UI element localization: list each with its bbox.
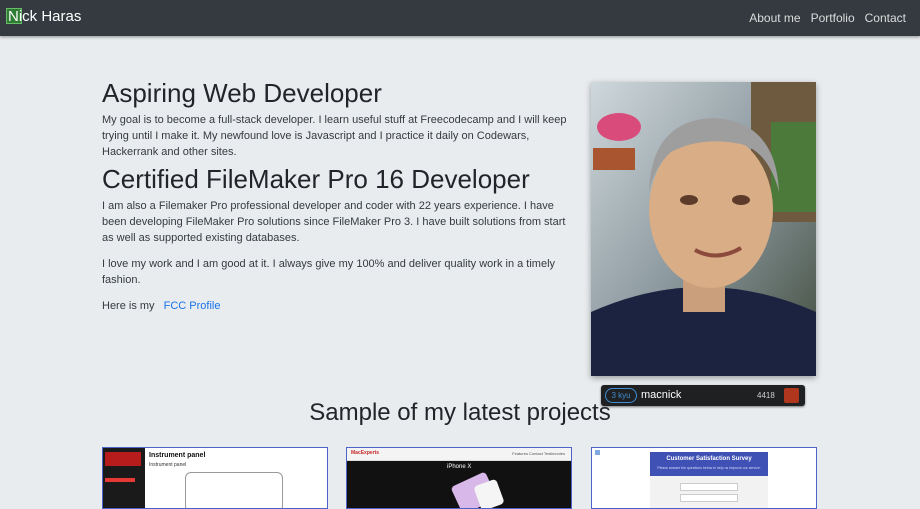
fcc-profile-link[interactable]: FCC Profile xyxy=(164,300,221,312)
nav-links: About me Portfolio Contact xyxy=(749,11,906,25)
paragraph-filemaker: I am also a Filemaker Pro professional d… xyxy=(102,200,566,244)
heading-filemaker: Certified FileMaker Pro 16 Developer xyxy=(102,164,530,194)
navbar: Nick Haras About me Portfolio Contact xyxy=(0,0,920,36)
project-card-macexperts[interactable]: MacExperts Features Contact Testimonies … xyxy=(346,447,572,509)
card-thumbnail-banner xyxy=(105,452,141,466)
card-product: iPhone X xyxy=(447,464,472,470)
form-field xyxy=(680,483,738,491)
profile-line: Here is my FCC Profile xyxy=(102,298,572,314)
projects-title: Sample of my latest projects xyxy=(309,399,611,426)
nav-link-portfolio[interactable]: Portfolio xyxy=(811,11,855,25)
card-subtitle: Instrument panel xyxy=(149,462,187,468)
nav-link-contact[interactable]: Contact xyxy=(865,11,906,25)
heading-web-developer: Aspiring Web Developer xyxy=(102,78,382,108)
card-header: Customer Satisfaction Survey Please answ… xyxy=(650,452,768,476)
page-icon xyxy=(595,450,600,455)
project-card-instrument-panel[interactable]: Instrument panel Instrument panel xyxy=(102,447,328,509)
card-title: Customer Satisfaction Survey xyxy=(666,456,752,462)
card-form xyxy=(650,476,768,508)
form-field xyxy=(680,494,738,502)
card-nav: Features Contact Testimonies xyxy=(512,451,565,456)
gauge-icon xyxy=(185,472,283,508)
profile-photo xyxy=(591,82,816,376)
nav-link-about[interactable]: About me xyxy=(749,11,800,25)
card-logo: MacExperts xyxy=(351,450,380,456)
paragraph-goal: My goal is to become a full-stack develo… xyxy=(102,114,567,158)
paragraph-work: I love my work and I am good at it. I al… xyxy=(102,258,556,286)
card-title: Instrument panel xyxy=(149,452,206,459)
project-card-survey[interactable]: Customer Satisfaction Survey Please answ… xyxy=(591,447,817,509)
brand-name[interactable]: Nick Haras xyxy=(8,8,81,26)
profile-photo-illustration xyxy=(591,82,816,376)
card-subtitle: Please answer the questions below to hel… xyxy=(657,466,761,470)
about-section: Aspiring Web Developer My goal is to bec… xyxy=(102,78,572,314)
profile-prefix: Here is my xyxy=(102,300,155,312)
card-thumbnail-accent xyxy=(105,478,135,482)
